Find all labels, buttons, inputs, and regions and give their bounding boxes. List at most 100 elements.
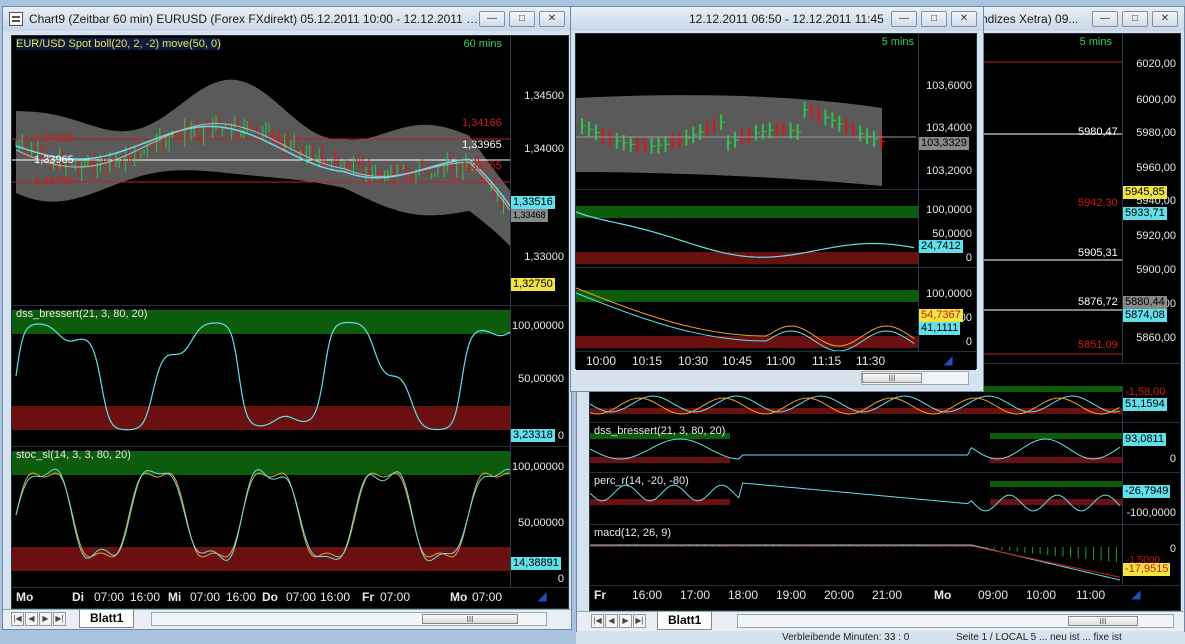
stoc-tick: 0 [557,573,564,585]
osc1-flag: 24,7412 [919,240,963,253]
time-label: 20:00 [824,588,855,602]
dax-macd-section[interactable]: macd(12, 26, 9) 0 -1,5000 -17,9515 [590,525,1180,586]
prev-sheet-button[interactable]: ◀ [25,612,38,626]
percr-flag: -26,7949 [1123,485,1171,498]
stoc-tick: 100,00000 [512,461,564,473]
osc1-tick: 50,0000 [932,228,972,240]
chart9-titlebar[interactable]: Chart9 (Zeitbar 60 min) EURUSD (Forex FX… [3,7,571,31]
dss-tick: 0 [1169,453,1176,465]
level-label-right: 1,34166 [462,117,502,129]
time-label: 07:00 [94,590,125,604]
intraday-osc2-section[interactable]: 100,0000 50,0000 0 54,7367 41,1111 [576,268,976,352]
time-label: 16:00 [130,590,161,604]
intraday-chart-window[interactable]: 12.12.2011 06:50 - 12.12.2011 11:45 — □ … [570,6,984,392]
minimize-button[interactable]: — [479,11,505,27]
close-button[interactable]: ✕ [539,11,565,27]
dax-dss-section[interactable]: dss_bressert(21, 3, 80, 20) 93,0811 0 [590,423,1180,473]
close-button[interactable]: ✕ [951,11,977,27]
intraday-time-axis[interactable]: 10:00 10:15 10:30 10:45 11:00 11:15 11:3… [576,352,976,370]
horizontal-scrollbar[interactable]: III [861,371,969,385]
time-label: 10:45 [722,354,753,368]
price-tick: 5900,00 [1136,264,1176,276]
next-sheet-button[interactable]: ▶ [39,612,52,626]
dax-price-axis[interactable]: 6020,00 6000,00 5980,00 5960,00 5940,00 … [1122,34,1180,363]
average-flag-sub: 1,33468 [511,209,548,222]
price-tick: 103,4000 [926,122,972,134]
osc1-axis: 100,0000 50,0000 0 24,7412 [918,190,976,267]
stoc-section[interactable]: stoc_sl(14, 3, 3, 80, 20) 100,00000 50,0… [12,447,568,588]
time-label: Mo [934,588,952,602]
price-tick: 6020,00 [1136,58,1176,70]
price-tick: 5960,00 [1136,162,1176,174]
dss-tick: 0 [557,430,564,442]
chart9-window[interactable]: Chart9 (Zeitbar 60 min) EURUSD (Forex FX… [2,6,572,630]
average-flag: 1,33516 [511,196,555,209]
price-tick: 1,33000 [524,251,564,263]
dss-header: dss_bressert(21, 3, 80, 20) [594,425,726,437]
intraday-price-section[interactable]: 5 mins 103,6000 103,4000 103,2000 103,33… [576,34,976,190]
price-tick: 5860,00 [1136,332,1176,344]
price-tick: 103,2000 [926,165,972,177]
macd-line [590,544,1121,581]
intraday-pane[interactable]: 5 mins 103,6000 103,4000 103,2000 103,33… [575,33,977,370]
percr-tick: -100,0000 [1126,507,1176,519]
time-label: 11:30 [856,354,886,368]
first-sheet-button[interactable]: |◀ [591,614,604,628]
level-label-left: 1,33965 [34,154,74,166]
last-sheet-button[interactable]: ▶| [633,614,646,628]
pin-icon[interactable]: ◢ [940,353,956,367]
prev-sheet-button[interactable]: ◀ [605,614,618,628]
osc2-tick: 100,0000 [926,288,972,300]
maximize-button[interactable]: □ [509,11,535,27]
time-label: 16:00 [226,590,257,604]
minimize-button[interactable]: — [891,11,917,27]
scrollbar-thumb[interactable]: III [862,373,922,383]
price-axis[interactable]: 1,34500 1,34000 1,33000 1,33516 1,33468 … [510,36,568,305]
time-label: 16:00 [632,588,663,602]
time-label: Mo [16,590,34,604]
overbought-zone [576,206,918,218]
sheet-tab-bar: |◀ ◀ ▶ ▶| Blatt1 III [3,609,571,629]
time-label: 10:00 [1026,588,1057,602]
level-label-right: 1,33755 [462,160,502,172]
level-label-left: 1,34166 [34,132,74,144]
sheet-tab-blatt1[interactable]: Blatt1 [79,610,135,628]
horizontal-scrollbar[interactable]: III [737,614,1174,628]
horizontal-scrollbar[interactable]: III [151,612,547,626]
dax-window-title: ndizes Xetra) 09... [981,12,1079,26]
dss-section[interactable]: dss_bressert(21, 3, 80, 20) 100,00000 50… [12,306,568,447]
percr-axis: -26,7949 -100,0000 [1122,473,1180,524]
intraday-price-axis[interactable]: 103,6000 103,4000 103,2000 103,3329 [918,34,976,189]
scrollbar-thumb[interactable]: III [422,614,518,624]
minimize-button[interactable]: — [1092,11,1118,27]
timeframe-label: 60 mins [463,38,502,50]
overbought-zone [576,290,918,302]
chart9-pane[interactable]: EUR/USD Spot boll(20, 2, -2) move(50, 0)… [11,35,569,609]
oversold-zone [12,406,512,430]
maximize-button[interactable]: □ [1122,11,1148,27]
close-button[interactable]: ✕ [1152,11,1178,27]
price-tick: 6000,00 [1136,94,1176,106]
osc-axis: -1,58,00 51,1594 [1122,386,1180,422]
osc1-tick: 100,0000 [926,204,972,216]
chart9-time-axis[interactable]: Mo Di 07:00 16:00 Mi 07:00 16:00 Do 07:0… [12,588,568,606]
pin-icon[interactable]: ◢ [1128,587,1144,601]
last-sheet-button[interactable]: ▶| [53,612,66,626]
price-section[interactable]: EUR/USD Spot boll(20, 2, -2) move(50, 0)… [12,36,568,306]
stoc-header: stoc_sl(14, 3, 3, 80, 20) [16,449,131,461]
intraday-titlebar[interactable]: 12.12.2011 06:50 - 12.12.2011 11:45 — □ … [571,7,983,31]
first-sheet-button[interactable]: |◀ [11,612,24,626]
scrollbar-thumb[interactable]: III [1068,616,1138,626]
time-label: 10:30 [678,354,709,368]
sheet-tab-blatt1[interactable]: Blatt1 [657,612,713,630]
maximize-button[interactable]: □ [921,11,947,27]
macd-header: macd(12, 26, 9) [594,527,672,539]
pin-icon[interactable]: ◢ [534,589,550,603]
stoc-axis[interactable]: 100,00000 50,00000 0 14,38891 [510,447,568,587]
time-label: 09:00 [978,588,1009,602]
dax-percr-section[interactable]: perc_r(14, -20, -80) -26,7949 -100,0000 [590,473,1180,525]
intraday-osc1-section[interactable]: 100,0000 50,0000 0 24,7412 [576,190,976,268]
next-sheet-button[interactable]: ▶ [619,614,632,628]
dax-time-axis[interactable]: Fr 16:00 17:00 18:00 19:00 20:00 21:00 M… [590,586,1180,604]
dss-axis[interactable]: 100,00000 50,00000 0 3,23318 [510,306,568,446]
